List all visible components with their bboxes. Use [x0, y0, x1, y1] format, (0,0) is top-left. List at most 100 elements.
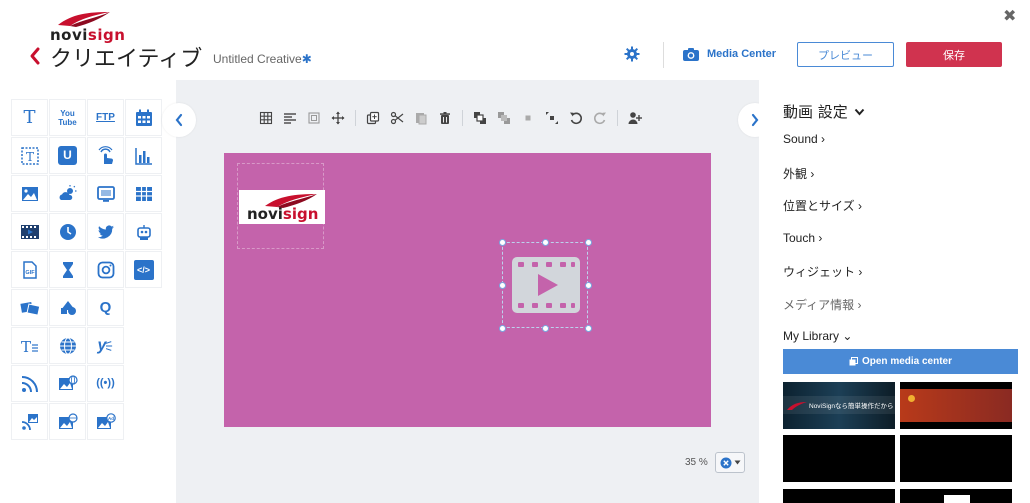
- section-widget[interactable]: ウィジェット ›: [783, 263, 862, 280]
- creative-name[interactable]: Untitled Creative✱: [213, 52, 312, 66]
- widget-web-gallery-icon[interactable]: [49, 403, 86, 440]
- resize-handle-tl[interactable]: [499, 239, 506, 246]
- novisign-logo: novisign: [50, 10, 125, 44]
- gear-icon[interactable]: [624, 46, 640, 62]
- widget-text-icon[interactable]: T: [11, 99, 48, 136]
- widget-gif-icon[interactable]: GIF: [11, 251, 48, 288]
- section-position-size[interactable]: 位置とサイズ ›: [783, 197, 862, 214]
- undo-tool[interactable]: [564, 108, 588, 128]
- resize-handle-l[interactable]: [499, 282, 506, 289]
- add-user-tool[interactable]: [623, 108, 647, 128]
- widget-robot-icon[interactable]: [125, 213, 162, 250]
- resize-handle-r[interactable]: [585, 282, 592, 289]
- creative-canvas[interactable]: novisign: [224, 153, 711, 427]
- zoom-reset-icon: [720, 457, 731, 468]
- close-icon[interactable]: ✖: [1003, 6, 1016, 26]
- widget-shapes-icon[interactable]: [49, 289, 86, 326]
- resize-handle-tr[interactable]: [585, 239, 592, 246]
- library-thumbnail[interactable]: [783, 435, 895, 482]
- widget-calendar-icon[interactable]: [125, 99, 162, 136]
- section-touch[interactable]: Touch ›: [783, 231, 822, 245]
- widget-touch-icon[interactable]: [87, 137, 124, 174]
- widget-rich-text-icon[interactable]: T: [11, 327, 48, 364]
- library-thumbnail[interactable]: [900, 435, 1012, 482]
- widget-ftp-icon[interactable]: FTP: [87, 99, 124, 136]
- widget-rss-icon[interactable]: [11, 365, 48, 402]
- stop-tool[interactable]: [516, 108, 540, 128]
- widget-hourglass-icon[interactable]: [49, 251, 86, 288]
- widget-ad-image-icon[interactable]: Ad: [87, 403, 124, 440]
- paste-tool[interactable]: [409, 108, 433, 128]
- widget-ticker-icon[interactable]: T: [11, 137, 48, 174]
- widget-broadcast-icon[interactable]: ((•)): [87, 365, 124, 402]
- redo-tool[interactable]: [588, 108, 612, 128]
- trash-icon: [440, 112, 450, 124]
- bring-front-tool[interactable]: [468, 108, 492, 128]
- back-chevron-icon[interactable]: [28, 46, 42, 66]
- library-thumbnail[interactable]: [783, 489, 895, 503]
- widget-screen-icon[interactable]: [87, 175, 124, 212]
- delete-tool[interactable]: [433, 108, 457, 128]
- preview-button[interactable]: プレビュー: [797, 42, 894, 67]
- widget-html-icon[interactable]: </>: [125, 251, 162, 288]
- section-media-info[interactable]: メディア情報 ›: [783, 296, 862, 313]
- collapse-left-button[interactable]: [162, 103, 196, 137]
- widget-twitter-icon[interactable]: [87, 213, 124, 250]
- widget-bar-chart-icon[interactable]: [125, 137, 162, 174]
- section-appearance[interactable]: 外観 ›: [783, 165, 814, 182]
- canvas-logo-image: novisign: [239, 190, 325, 224]
- video-placeholder-icon: [512, 257, 580, 313]
- open-media-center-button[interactable]: Open media center: [783, 349, 1018, 374]
- fit-tool[interactable]: [302, 108, 326, 128]
- unsaved-marker: ✱: [301, 52, 312, 66]
- widget-weather-icon[interactable]: [49, 175, 86, 212]
- selected-video-element[interactable]: [499, 239, 592, 332]
- duplicate-tool[interactable]: [361, 108, 385, 128]
- zoom-dropdown[interactable]: [715, 452, 745, 473]
- widget-gallery-icon[interactable]: [11, 289, 48, 326]
- send-back-tool[interactable]: [492, 108, 516, 128]
- library-thumbnail[interactable]: [900, 489, 1012, 503]
- resize-handle-bl[interactable]: [499, 325, 506, 332]
- grid-icon: [259, 111, 273, 125]
- header-divider: [663, 42, 664, 68]
- widget-instagram-icon[interactable]: [87, 251, 124, 288]
- camera-icon[interactable]: [682, 47, 700, 62]
- properties-panel: 動画 設定 Sound › 外観 › 位置とサイズ › Touch › ウィジェ…: [759, 80, 1030, 503]
- section-sound[interactable]: Sound ›: [783, 132, 825, 146]
- move-tool[interactable]: [326, 108, 350, 128]
- fit-frame-icon: [308, 112, 320, 124]
- svg-text:Ad: Ad: [108, 415, 114, 420]
- grid-tool[interactable]: [254, 108, 278, 128]
- cut-tool[interactable]: [385, 108, 409, 128]
- resize-handle-br[interactable]: [585, 325, 592, 332]
- thumbnail-logo-icon: [787, 402, 807, 410]
- panel-title[interactable]: 動画 設定: [783, 101, 865, 122]
- thumbnail-orb: [908, 395, 915, 402]
- canvas-logo-element[interactable]: novisign: [237, 163, 325, 249]
- widget-youtube-icon[interactable]: You Tube: [49, 99, 86, 136]
- widget-queue-icon[interactable]: Q: [87, 289, 124, 326]
- align-tool[interactable]: [278, 108, 302, 128]
- duplicate-icon: [366, 111, 380, 125]
- widget-table-icon[interactable]: [125, 175, 162, 212]
- library-thumbnail[interactable]: NoviSignなら簡単操作だから: [783, 382, 895, 429]
- media-center-link[interactable]: Media Center: [707, 48, 776, 60]
- widget-clock-icon[interactable]: [49, 213, 86, 250]
- resize-tool[interactable]: [540, 108, 564, 128]
- widget-untappd-icon[interactable]: U: [49, 137, 86, 174]
- widget-web-icon[interactable]: [49, 327, 86, 364]
- library-thumbnail[interactable]: [900, 382, 1012, 429]
- section-my-library[interactable]: My Library ⌄: [783, 329, 852, 343]
- resize-handle-b[interactable]: [542, 325, 549, 332]
- resize-handle-t[interactable]: [542, 239, 549, 246]
- widget-yelp-icon[interactable]: y: [87, 327, 124, 364]
- widget-image-icon[interactable]: [11, 175, 48, 212]
- widget-web-image-icon[interactable]: [49, 365, 86, 402]
- svg-text:T: T: [20, 338, 30, 356]
- save-button[interactable]: 保存: [906, 42, 1002, 67]
- widget-rss-image-icon[interactable]: [11, 403, 48, 440]
- resize-icon: [546, 112, 558, 124]
- redo-icon: [594, 112, 606, 125]
- widget-video-icon[interactable]: [11, 213, 48, 250]
